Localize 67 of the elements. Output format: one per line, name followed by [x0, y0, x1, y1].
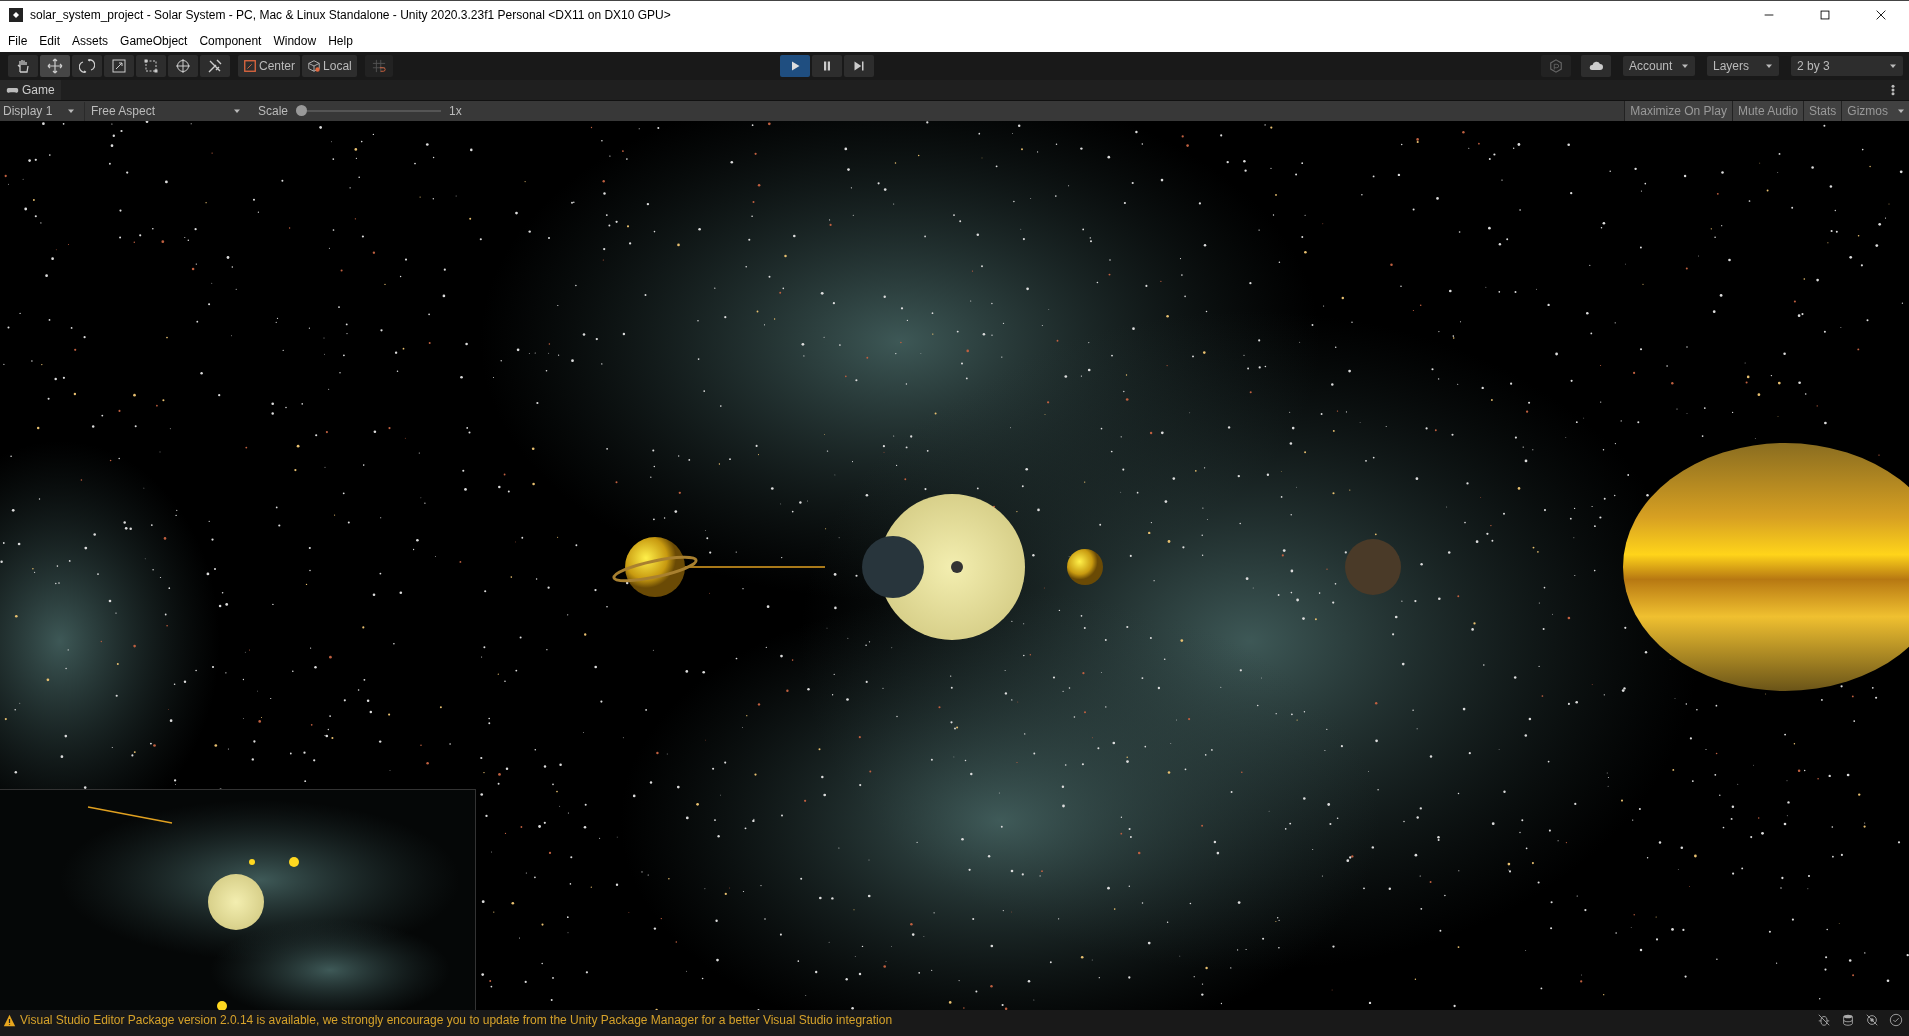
- scale-label: Scale: [258, 104, 289, 118]
- dropdown-caret-icon: [1889, 62, 1897, 70]
- game-view-toggle[interactable]: Gizmos: [1841, 101, 1893, 121]
- rect-tool-icon: [143, 58, 159, 74]
- small-moon-drawing: [951, 561, 963, 573]
- play-button[interactable]: [779, 55, 810, 77]
- database-icon[interactable]: [1841, 1013, 1855, 1027]
- grid-snap-icon: [371, 59, 386, 73]
- local-pivot-button[interactable]: Local: [302, 55, 357, 77]
- rocky-planet-drawing: [1345, 539, 1401, 595]
- move-tool-icon: [47, 58, 63, 74]
- dropdown-caret-icon: [233, 107, 241, 115]
- visibility-off-icon[interactable]: [1865, 1013, 1879, 1027]
- toolbar-dropdown[interactable]: Account: [1623, 56, 1695, 76]
- cube-icon: [307, 59, 322, 73]
- pause-button[interactable]: [811, 55, 842, 77]
- menu-item[interactable]: Edit: [37, 33, 69, 48]
- scale-slider[interactable]: [296, 104, 442, 118]
- scale-tool-icon: [111, 58, 127, 74]
- menu-item[interactable]: Window: [271, 33, 325, 48]
- menu-item[interactable]: File: [6, 33, 36, 48]
- aspect-dropdown[interactable]: Free Aspect: [84, 101, 244, 121]
- close-icon[interactable]: [1874, 8, 1888, 22]
- step-button[interactable]: [843, 55, 874, 77]
- step-forward-icon: [852, 60, 865, 72]
- rect-tool-button[interactable]: [136, 55, 166, 77]
- game-view-toggle[interactable]: Stats: [1802, 101, 1842, 121]
- dropdown-caret-icon: [1897, 107, 1905, 115]
- move-tool-button[interactable]: [40, 55, 70, 77]
- more-options-icon[interactable]: [1891, 84, 1895, 96]
- rotate-tool-button[interactable]: [72, 55, 102, 77]
- game-tab[interactable]: Game: [0, 80, 61, 100]
- hexagon-icon: [1549, 59, 1563, 73]
- dropdown-caret-icon: [1681, 62, 1689, 70]
- check-circle-icon[interactable]: [1889, 1013, 1903, 1027]
- dropdown-caret-icon: [67, 107, 75, 115]
- menu-item[interactable]: Component: [197, 33, 270, 48]
- custom-tool-icon: [207, 58, 223, 74]
- menu-item[interactable]: Assets: [70, 33, 117, 48]
- window-title: solar_system_project - Solar System - PC, Mac & Linux Standalone - Unity 2020.3.23f1 Personal <DX11 on DX10 GPU>: [30, 8, 672, 22]
- collab-button[interactable]: [1541, 55, 1571, 77]
- unity-logo-icon: [8, 7, 24, 23]
- display-dropdown[interactable]: Display 1: [0, 101, 78, 121]
- transform-tool-icon: [175, 58, 191, 74]
- center-pivot-button[interactable]: Center: [238, 55, 301, 77]
- hand-tool-button[interactable]: [8, 55, 38, 77]
- gizmos-menu-button[interactable]: [1893, 101, 1909, 121]
- status-message: Visual Studio Editor Package version 2.0.14 is available, we strongly encourage you to update from the Unity Package Manager for a better Visual Studio integration: [20, 1013, 894, 1027]
- small-planet-drawing: [1067, 549, 1103, 585]
- cloud-button[interactable]: [1581, 55, 1611, 77]
- toolbar-dropdown[interactable]: 2 by 3: [1791, 56, 1903, 76]
- custom-tool-button[interactable]: [200, 55, 230, 77]
- game-view-toggle[interactable]: Mute Audio: [1731, 101, 1803, 121]
- earth-planet-drawing: [862, 536, 924, 598]
- scale-tool-button[interactable]: [104, 55, 134, 77]
- square-target-icon: [243, 59, 257, 73]
- menu-item[interactable]: Help: [326, 33, 361, 48]
- slider-thumb[interactable]: [296, 105, 308, 116]
- rotate-tool-icon: [79, 58, 95, 74]
- menu-item[interactable]: GameObject: [118, 33, 196, 48]
- warning-icon: [3, 1013, 16, 1027]
- scale-value: 1x: [449, 104, 462, 118]
- toolbar-dropdown[interactable]: Layers: [1707, 56, 1779, 76]
- dropdown-caret-icon: [1765, 62, 1773, 70]
- maximize-icon[interactable]: [1818, 8, 1832, 22]
- transform-tool-button[interactable]: [168, 55, 198, 77]
- game-view-toggle[interactable]: Maximize On Play: [1624, 101, 1732, 121]
